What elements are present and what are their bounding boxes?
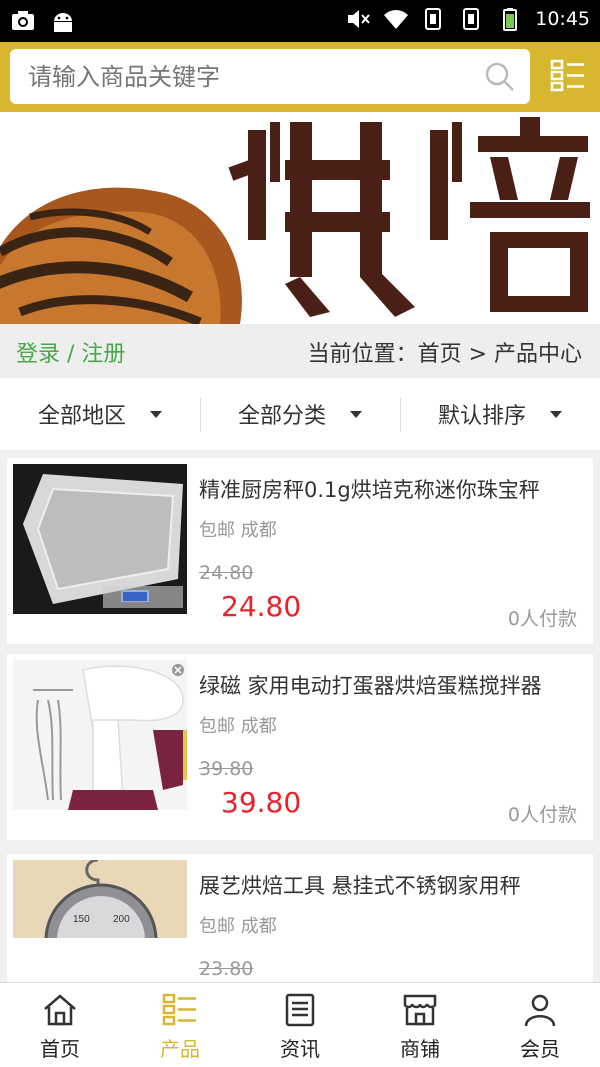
nav-label: 资讯 <box>280 1037 320 1061</box>
search-box[interactable] <box>10 49 530 104</box>
status-time: 10:45 <box>535 8 590 30</box>
android-icon <box>54 13 72 32</box>
product-shipping: 包邮 成都 <box>199 916 277 937</box>
wifi-icon <box>384 10 409 30</box>
product-sold-count: 0人付款 <box>507 804 577 826</box>
product-title[interactable]: 展艺烘焙工具 悬挂式不锈钢家用秤 <box>199 870 579 900</box>
product-list[interactable]: 精准厨房秤0.1g烘培克称迷你珠宝秤 包邮 成都 24.80 24.80 0人付… <box>0 450 600 982</box>
nav-member[interactable]: 会员 <box>480 983 600 1067</box>
svg-text:150: 150 <box>73 914 90 925</box>
filter-category[interactable]: 全部分类 <box>200 378 400 450</box>
breadcrumb: 登录 / 注册 当前位置：首页 > 产品中心 <box>0 324 600 378</box>
nav-home[interactable]: 首页 <box>0 983 120 1067</box>
caret-down-icon <box>150 410 162 418</box>
product-card[interactable]: 150 200 展艺烘焙工具 悬挂式不锈钢家用秤 包邮 成都 23.80 <box>7 854 593 982</box>
news-icon <box>285 993 315 1027</box>
nav-label: 产品 <box>160 1037 200 1061</box>
battery-icon <box>503 8 518 31</box>
signal-icon-2 <box>463 8 480 30</box>
product-old-price: 23.80 <box>199 958 254 980</box>
product-price: 24.80 <box>221 590 302 623</box>
list-icon <box>162 993 196 1026</box>
search-input[interactable] <box>28 49 468 104</box>
current-location: 当前位置：首页 > 产品中心 <box>307 342 582 367</box>
svg-text:200: 200 <box>113 914 130 925</box>
login-register-link[interactable]: 登录 / 注册 <box>16 336 125 368</box>
search-header <box>0 42 600 112</box>
nav-label: 商铺 <box>400 1037 440 1061</box>
product-price: 39.80 <box>221 786 302 819</box>
scale-image <box>13 464 187 614</box>
product-card[interactable]: 绿磁 家用电动打蛋器烘焙蛋糕搅拌器 包邮 成都 39.80 39.80 0人付款 <box>7 654 593 840</box>
product-sold-count: 0人付款 <box>507 608 577 630</box>
nav-label: 会员 <box>520 1037 560 1061</box>
nav-label: 首页 <box>40 1037 80 1061</box>
nav-news[interactable]: 资讯 <box>240 983 360 1067</box>
product-shipping: 包邮 成都 <box>199 520 277 541</box>
home-icon <box>44 994 76 1026</box>
status-bar: 10:45 <box>0 0 600 42</box>
search-icon[interactable] <box>484 61 516 93</box>
product-title[interactable]: 精准厨房秤0.1g烘培克称迷你珠宝秤 <box>199 474 579 504</box>
screenshot-icon <box>12 11 34 30</box>
product-old-price: 24.80 <box>199 562 254 584</box>
user-icon <box>524 994 556 1027</box>
caret-down-icon <box>350 410 362 418</box>
bread-illustration <box>0 112 600 324</box>
nav-shop[interactable]: 商铺 <box>360 983 480 1067</box>
mixer-image <box>13 660 187 810</box>
bottom-nav: 首页 产品 资讯 商铺 会员 <box>0 982 600 1067</box>
filter-bar: 全部地区 全部分类 默认排序 <box>0 378 600 450</box>
product-title[interactable]: 绿磁 家用电动打蛋器烘焙蛋糕搅拌器 <box>199 670 579 700</box>
category-menu-icon[interactable] <box>550 58 586 94</box>
product-image[interactable] <box>13 464 187 614</box>
caret-down-icon <box>550 410 562 418</box>
filter-sort[interactable]: 默认排序 <box>400 378 600 450</box>
filter-label: 全部分类 <box>237 404 326 429</box>
filter-region[interactable]: 全部地区 <box>0 378 200 450</box>
filter-label: 全部地区 <box>37 404 126 429</box>
hanging-scale-image: 150 200 <box>13 860 187 938</box>
product-image[interactable]: 150 200 <box>13 860 187 938</box>
product-card[interactable]: 精准厨房秤0.1g烘培克称迷你珠宝秤 包邮 成都 24.80 24.80 0人付… <box>7 458 593 644</box>
shop-icon <box>403 994 437 1026</box>
nav-products[interactable]: 产品 <box>120 983 240 1067</box>
filter-label: 默认排序 <box>437 404 526 429</box>
signal-icon <box>425 8 442 30</box>
product-image[interactable] <box>13 660 187 810</box>
banner-image[interactable] <box>0 112 600 324</box>
product-old-price: 39.80 <box>199 758 254 780</box>
mute-icon <box>348 10 370 28</box>
product-shipping: 包邮 成都 <box>199 716 277 737</box>
